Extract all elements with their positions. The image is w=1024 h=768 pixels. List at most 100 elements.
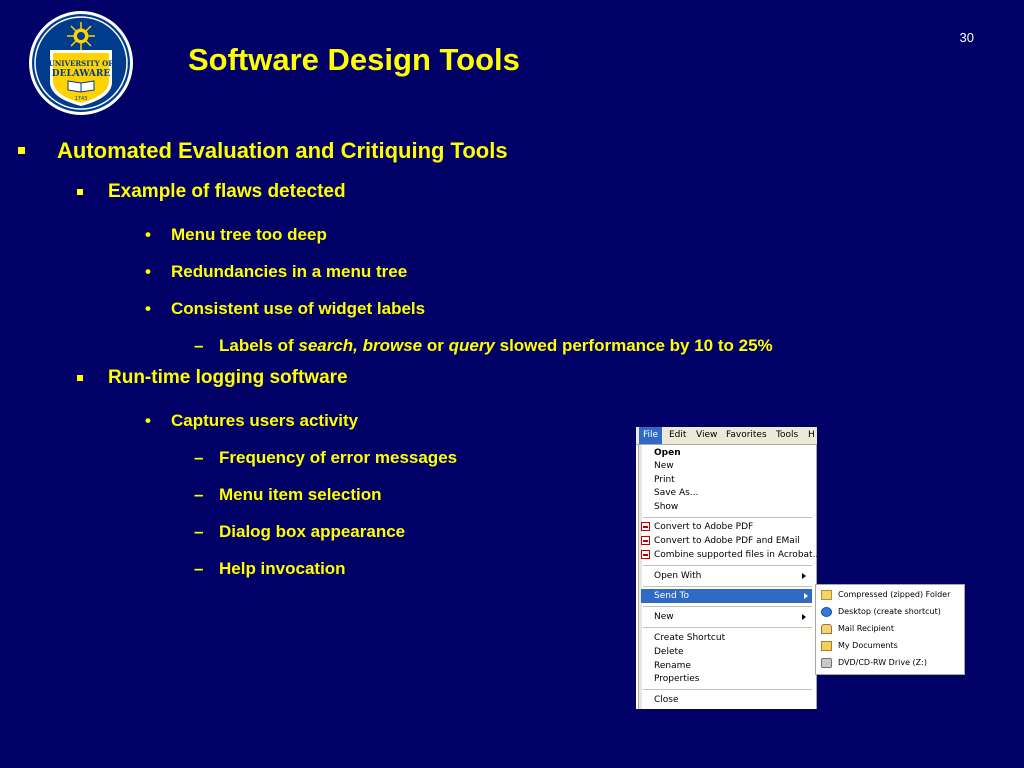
bullet-menu-item-selection: – Menu item selection: [194, 484, 382, 506]
bullet-menu-tree-too-deep: • Menu tree too deep: [145, 224, 327, 246]
bullet-automated-evaluation: Automated Evaluation and Critiquing Tool…: [18, 138, 508, 164]
menu-bar: File Edit View Favorites Tools H: [636, 427, 817, 445]
menu-item-convert-pdf-email[interactable]: Convert to Adobe PDF and EMail: [641, 534, 800, 548]
svg-text:UNIVERSITY OF: UNIVERSITY OF: [49, 59, 113, 68]
menu-item-new[interactable]: New: [654, 459, 674, 473]
bullet-text: Run-time logging software: [108, 367, 348, 388]
bullet-redundancies: • Redundancies in a menu tree: [145, 261, 408, 283]
menubar-edit[interactable]: Edit: [669, 430, 686, 440]
mail-icon: [821, 624, 832, 634]
university-of-delaware-logo: UNIVERSITY OF DELAWARE 1743: [29, 11, 133, 115]
submenu-item-label: Compressed (zipped) Folder: [838, 590, 951, 599]
bullet-text-mid: or: [422, 336, 449, 355]
menu-item-open[interactable]: Open: [654, 446, 681, 460]
bullet-run-time-logging: Run-time logging software: [77, 366, 348, 390]
bullet-help-invocation: – Help invocation: [194, 558, 346, 580]
dash-bullet-icon: –: [194, 522, 204, 541]
bullet-text: Captures users activity: [171, 411, 359, 430]
square-bullet-icon: [77, 375, 83, 381]
menu-item-open-with[interactable]: Open With: [654, 569, 812, 583]
menu-separator: [643, 689, 812, 690]
menu-item-properties[interactable]: Properties: [654, 672, 699, 686]
menu-separator: [643, 606, 812, 607]
svg-text:1743: 1743: [75, 96, 88, 102]
dash-bullet-icon: –: [194, 485, 204, 504]
slide-number: 30: [959, 30, 974, 45]
file-menu-screenshot: File Edit View Favorites Tools H Open Ne…: [636, 427, 817, 709]
pdf-icon: [641, 550, 650, 559]
desktop-icon: [821, 607, 832, 617]
menu-separator: [643, 565, 812, 566]
bullet-text-pre: Labels of: [219, 336, 299, 355]
submenu-arrow-icon: [802, 573, 806, 579]
menu-separator: [643, 586, 812, 587]
bullet-labels-performance: – Labels of search, browse or query slow…: [194, 335, 773, 357]
menu-item-close[interactable]: Close: [654, 693, 679, 707]
menu-item-new-submenu[interactable]: New: [654, 610, 812, 624]
menu-item-print[interactable]: Print: [654, 473, 675, 487]
zip-folder-icon: [821, 590, 832, 600]
menubar-tools[interactable]: Tools: [776, 430, 798, 440]
menu-gutter: [639, 445, 642, 709]
menu-item-delete[interactable]: Delete: [654, 645, 684, 659]
send-to-mail-recipient[interactable]: Mail Recipient: [821, 621, 894, 637]
svg-text:DELAWARE: DELAWARE: [52, 69, 111, 79]
bullet-text: Automated Evaluation and Critiquing Tool…: [57, 138, 508, 163]
menu-item-save-as[interactable]: Save As...: [654, 486, 698, 500]
menu-item-send-to[interactable]: Send To: [641, 589, 812, 603]
menubar-file[interactable]: File: [639, 427, 663, 444]
square-bullet-icon: [18, 147, 25, 154]
menu-item-show[interactable]: Show: [654, 500, 678, 514]
menu-item-combine-acrobat[interactable]: Combine supported files in Acrobat...: [641, 548, 817, 562]
send-to-my-documents[interactable]: My Documents: [821, 638, 898, 654]
menubar-help[interactable]: H: [808, 430, 815, 440]
menu-item-rename[interactable]: Rename: [654, 659, 691, 673]
slide-title: Software Design Tools: [188, 42, 520, 77]
documents-folder-icon: [821, 641, 832, 651]
pdf-icon: [641, 536, 650, 545]
menu-item-label: Send To: [654, 591, 690, 601]
menu-item-convert-pdf[interactable]: Convert to Adobe PDF: [641, 520, 754, 534]
submenu-item-label: Mail Recipient: [838, 624, 894, 633]
submenu-arrow-icon: [804, 593, 808, 599]
bullet-text: Menu tree too deep: [171, 225, 327, 244]
file-menu-popup: Open New Print Save As... Show Convert t…: [638, 444, 817, 709]
submenu-item-label: Desktop (create shortcut): [838, 607, 941, 616]
dot-bullet-icon: •: [145, 299, 151, 318]
dvd-drive-icon: [821, 658, 832, 668]
dot-bullet-icon: •: [145, 262, 151, 281]
bullet-text: Frequency of error messages: [219, 448, 458, 467]
square-bullet-icon: [77, 189, 83, 195]
menu-separator: [643, 627, 812, 628]
send-to-dvd-drive[interactable]: DVD/CD-RW Drive (Z:): [821, 655, 927, 671]
menu-item-label: Combine supported files in Acrobat...: [654, 550, 817, 560]
dot-bullet-icon: •: [145, 225, 151, 244]
menubar-favorites[interactable]: Favorites: [726, 430, 767, 440]
menu-item-label: Convert to Adobe PDF and EMail: [654, 536, 800, 546]
pdf-icon: [641, 522, 650, 531]
send-to-submenu: Compressed (zipped) Folder Desktop (crea…: [815, 584, 965, 675]
bullet-text: Menu item selection: [219, 485, 382, 504]
bullet-frequency-error-messages: – Frequency of error messages: [194, 447, 458, 469]
bullet-text: Help invocation: [219, 559, 346, 578]
bullet-text: Redundancies in a menu tree: [171, 262, 408, 281]
send-to-compressed-folder[interactable]: Compressed (zipped) Folder: [821, 587, 951, 603]
dash-bullet-icon: –: [194, 336, 204, 355]
bullet-text: Dialog box appearance: [219, 522, 406, 541]
submenu-item-label: My Documents: [838, 641, 898, 650]
bullet-text-post: slowed performance by 10 to 25%: [494, 336, 773, 355]
menubar-view[interactable]: View: [696, 430, 717, 440]
submenu-item-label: DVD/CD-RW Drive (Z:): [838, 658, 927, 667]
menu-separator: [643, 517, 812, 518]
menu-item-label: Convert to Adobe PDF: [654, 522, 754, 532]
menu-item-label: Open With: [654, 571, 702, 581]
menu-item-create-shortcut[interactable]: Create Shortcut: [654, 631, 725, 645]
menu-item-label: New: [654, 612, 674, 622]
send-to-desktop[interactable]: Desktop (create shortcut): [821, 604, 941, 620]
bullet-dialog-box-appearance: – Dialog box appearance: [194, 521, 406, 543]
dash-bullet-icon: –: [194, 559, 204, 578]
bullet-example-of-flaws: Example of flaws detected: [77, 180, 346, 204]
bullet-text-emphasis-2: query: [448, 336, 495, 355]
bullet-text: Example of flaws detected: [108, 181, 346, 202]
bullet-consistent-widget-labels: • Consistent use of widget labels: [145, 298, 425, 320]
